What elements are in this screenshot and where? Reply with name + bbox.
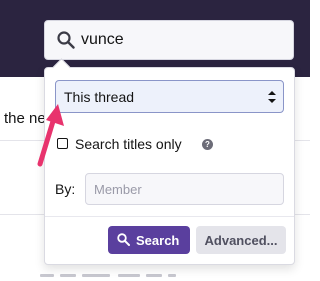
select-arrows-icon [268,91,276,103]
search-icon [57,31,75,49]
search-dropdown-menu: This thread Search titles only ? By: Sea… [44,67,295,265]
advanced-search-button[interactable]: Advanced... [196,226,286,254]
search-scope-select[interactable]: This thread [55,80,284,113]
background-text-fragment [0,272,310,281]
header-search-box[interactable] [44,20,294,60]
member-input[interactable] [85,173,284,205]
by-member-label: By: [55,181,76,197]
search-input[interactable] [81,21,281,59]
divider [45,216,294,217]
search-icon [117,233,130,246]
annotation-arrow-icon [37,104,64,167]
search-button[interactable]: Search [108,226,190,254]
search-button-label: Search [136,233,180,248]
question-icon[interactable]: ? [202,139,213,150]
search-titles-only-label[interactable]: Search titles only [75,136,182,152]
search-scope-value: This thread [64,89,135,105]
header-bar [0,0,310,77]
